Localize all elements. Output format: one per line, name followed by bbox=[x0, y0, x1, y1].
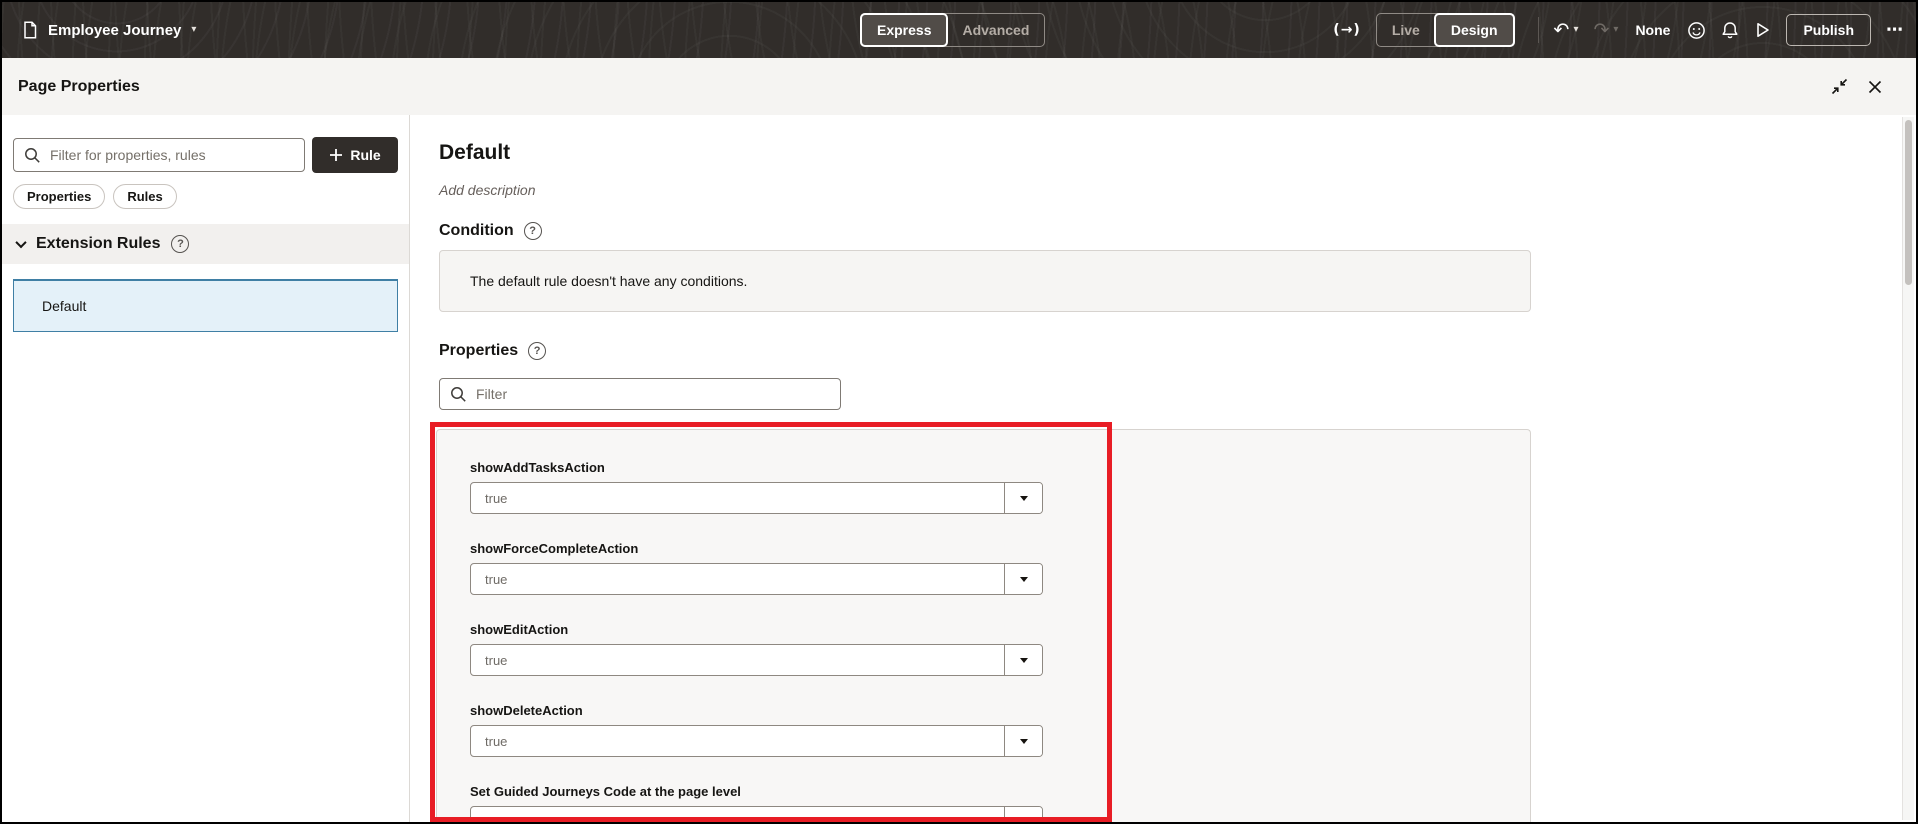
property-dropdown-guided-journeys-code[interactable] bbox=[470, 806, 1043, 822]
chevron-down-icon: ▾ bbox=[191, 24, 197, 35]
view-live-button[interactable]: Live bbox=[1377, 14, 1435, 46]
property-label: showAddTasksAction bbox=[470, 460, 605, 475]
sidebar-filter-input[interactable]: Filter for properties, rules bbox=[13, 138, 305, 172]
redo-icon[interactable]: ↷ bbox=[1593, 20, 1609, 40]
overflow-menu-icon[interactable]: ⋯ bbox=[1886, 20, 1903, 40]
feedback-smiley-icon[interactable] bbox=[1687, 21, 1706, 40]
search-icon bbox=[24, 147, 41, 164]
undo-group: ↶ ▾ bbox=[1554, 20, 1579, 40]
help-icon[interactable]: ? bbox=[523, 222, 542, 240]
dropdown-toggle-button[interactable] bbox=[1004, 483, 1042, 513]
properties-filter-placeholder: Filter bbox=[476, 386, 508, 402]
extension-rules-section-header[interactable]: Extension Rules ? bbox=[2, 224, 409, 264]
add-rule-button[interactable]: Rule bbox=[312, 137, 398, 173]
property-row: showDeleteAction true bbox=[470, 703, 1530, 757]
rules-sidebar: Filter for properties, rules Rule Proper… bbox=[2, 115, 410, 822]
panel-header: Page Properties bbox=[2, 58, 1916, 115]
code-toggle-icon[interactable]: (→) bbox=[1333, 22, 1361, 38]
dropdown-toggle-button[interactable] bbox=[1004, 807, 1042, 822]
document-icon bbox=[22, 21, 38, 39]
dropdown-toggle-button[interactable] bbox=[1004, 726, 1042, 756]
plus-icon bbox=[329, 148, 343, 162]
undo-icon[interactable]: ↶ bbox=[1554, 20, 1570, 40]
properties-panel: showAddTasksAction true showForceComplet… bbox=[436, 429, 1531, 822]
rule-title: Default bbox=[439, 141, 511, 164]
view-toggle: Live Design bbox=[1375, 13, 1515, 47]
search-icon bbox=[450, 386, 467, 403]
caret-down-icon bbox=[1019, 657, 1028, 663]
filter-pill-properties[interactable]: Properties bbox=[13, 184, 106, 209]
rule-item-default[interactable]: Default bbox=[13, 279, 398, 332]
redo-menu-caret-icon[interactable]: ▾ bbox=[1613, 25, 1618, 35]
chevron-down-icon bbox=[15, 236, 27, 249]
property-label: showDeleteAction bbox=[470, 703, 583, 718]
view-design-button[interactable]: Design bbox=[1433, 13, 1515, 47]
undo-menu-caret-icon[interactable]: ▾ bbox=[1573, 25, 1578, 35]
properties-filter-input[interactable]: Filter bbox=[439, 378, 841, 410]
caret-down-icon bbox=[1019, 576, 1028, 582]
panel-body: Filter for properties, rules Rule Proper… bbox=[2, 115, 1916, 822]
status-selector[interactable]: None bbox=[1635, 22, 1670, 38]
help-icon[interactable]: ? bbox=[528, 342, 547, 360]
close-icon[interactable] bbox=[1868, 80, 1882, 94]
mode-toggle: Express Advanced bbox=[860, 13, 1046, 47]
notifications-bell-icon[interactable] bbox=[1721, 21, 1739, 40]
preview-play-icon[interactable] bbox=[1754, 21, 1771, 39]
filter-pill-rules[interactable]: Rules bbox=[113, 184, 177, 209]
panel-title: Page Properties bbox=[18, 77, 140, 95]
property-label: Set Guided Journeys Code at the page lev… bbox=[470, 784, 741, 799]
caret-down-icon bbox=[1019, 738, 1028, 744]
dropdown-value: true bbox=[485, 733, 508, 749]
dropdown-value: true bbox=[485, 652, 508, 668]
section-title: Extension Rules bbox=[36, 235, 161, 252]
property-dropdown-showAddTasksAction[interactable]: true bbox=[470, 482, 1043, 514]
redo-group: ↷ ▾ bbox=[1593, 20, 1618, 40]
divider bbox=[1537, 17, 1539, 43]
dropdown-toggle-button[interactable] bbox=[1004, 645, 1042, 675]
mode-express-button[interactable]: Express bbox=[860, 13, 949, 47]
caret-down-icon bbox=[1019, 819, 1028, 822]
property-row: showForceCompleteAction true bbox=[470, 541, 1530, 595]
collapse-icon[interactable] bbox=[1831, 78, 1848, 95]
sidebar-filter-placeholder: Filter for properties, rules bbox=[50, 147, 206, 163]
properties-heading: Properties bbox=[439, 342, 519, 359]
app-window: Employee Journey ▾ Express Advanced (→) … bbox=[0, 0, 1918, 824]
top-bar: Employee Journey ▾ Express Advanced (→) … bbox=[2, 2, 1916, 58]
dropdown-toggle-button[interactable] bbox=[1004, 564, 1042, 594]
property-dropdown-showForceCompleteAction[interactable]: true bbox=[470, 563, 1043, 595]
rule-item-label: Default bbox=[42, 298, 87, 314]
property-label: showEditAction bbox=[470, 622, 569, 637]
property-row: showEditAction true bbox=[470, 622, 1530, 676]
vertical-scrollbar[interactable] bbox=[1902, 117, 1914, 820]
mode-advanced-button[interactable]: Advanced bbox=[947, 14, 1044, 46]
condition-heading: Condition bbox=[439, 222, 514, 239]
page-title: Employee Journey bbox=[48, 21, 182, 39]
page-switcher[interactable]: Employee Journey ▾ bbox=[22, 21, 196, 39]
top-bar-actions: (→) Live Design ↶ ▾ ↷ ▾ None Publish ⋯ bbox=[1333, 2, 1903, 58]
property-label: showForceCompleteAction bbox=[470, 541, 639, 556]
help-icon[interactable]: ? bbox=[171, 235, 190, 253]
property-row: showAddTasksAction true bbox=[470, 460, 1530, 514]
publish-button[interactable]: Publish bbox=[1786, 14, 1871, 46]
caret-down-icon bbox=[1019, 495, 1028, 501]
condition-empty-box: The default rule doesn't have any condit… bbox=[439, 250, 1531, 312]
property-row: Set Guided Journeys Code at the page lev… bbox=[470, 784, 1530, 822]
dropdown-value: true bbox=[485, 490, 508, 506]
property-dropdown-showDeleteAction[interactable]: true bbox=[470, 725, 1043, 757]
rule-detail-content: Default Add description Condition ? The … bbox=[410, 115, 1916, 822]
dropdown-value: true bbox=[485, 571, 508, 587]
property-dropdown-showEditAction[interactable]: true bbox=[470, 644, 1043, 676]
condition-empty-message: The default rule doesn't have any condit… bbox=[470, 273, 748, 289]
scrollbar-thumb[interactable] bbox=[1905, 120, 1912, 285]
add-rule-label: Rule bbox=[350, 147, 381, 163]
rule-description-placeholder[interactable]: Add description bbox=[439, 182, 1916, 198]
